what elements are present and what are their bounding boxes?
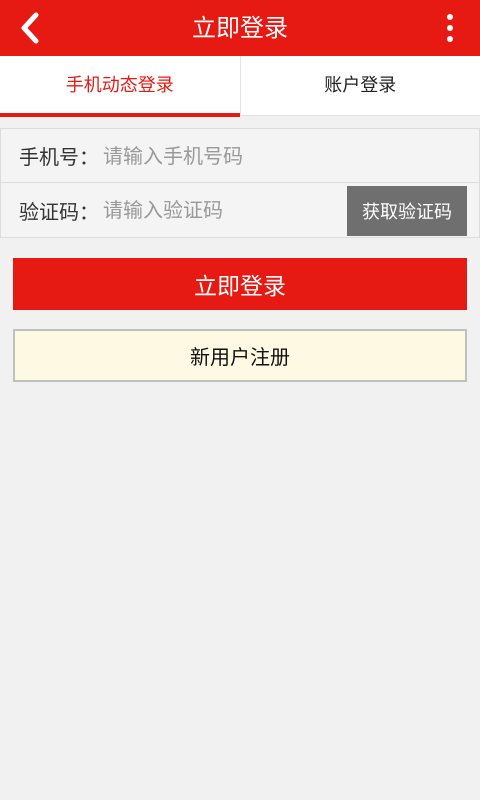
top-app-bar: 立即登录 bbox=[0, 0, 480, 56]
login-button[interactable]: 立即登录 bbox=[13, 258, 467, 310]
tab-account-login[interactable]: 账户登录 bbox=[239, 56, 480, 116]
phone-label: 手机号： bbox=[19, 145, 99, 169]
login-form: 手机号： 验证码： 获取验证码 bbox=[0, 128, 480, 238]
phone-row: 手机号： bbox=[1, 129, 479, 183]
more-vertical-icon[interactable] bbox=[432, 0, 468, 56]
get-code-button[interactable]: 获取验证码 bbox=[347, 186, 467, 236]
code-label: 验证码： bbox=[19, 199, 99, 224]
tab-phone-login[interactable]: 手机动态登录 bbox=[0, 56, 240, 117]
register-button[interactable]: 新用户注册 bbox=[13, 329, 467, 382]
login-tabs: 手机动态登录 账户登录 bbox=[0, 56, 480, 117]
menu-dot bbox=[447, 25, 453, 31]
menu-dot bbox=[447, 14, 453, 20]
code-row: 验证码： 获取验证码 bbox=[1, 183, 479, 237]
menu-dot bbox=[447, 36, 453, 42]
page-title: 立即登录 bbox=[192, 14, 288, 42]
phone-input[interactable] bbox=[103, 129, 479, 182]
